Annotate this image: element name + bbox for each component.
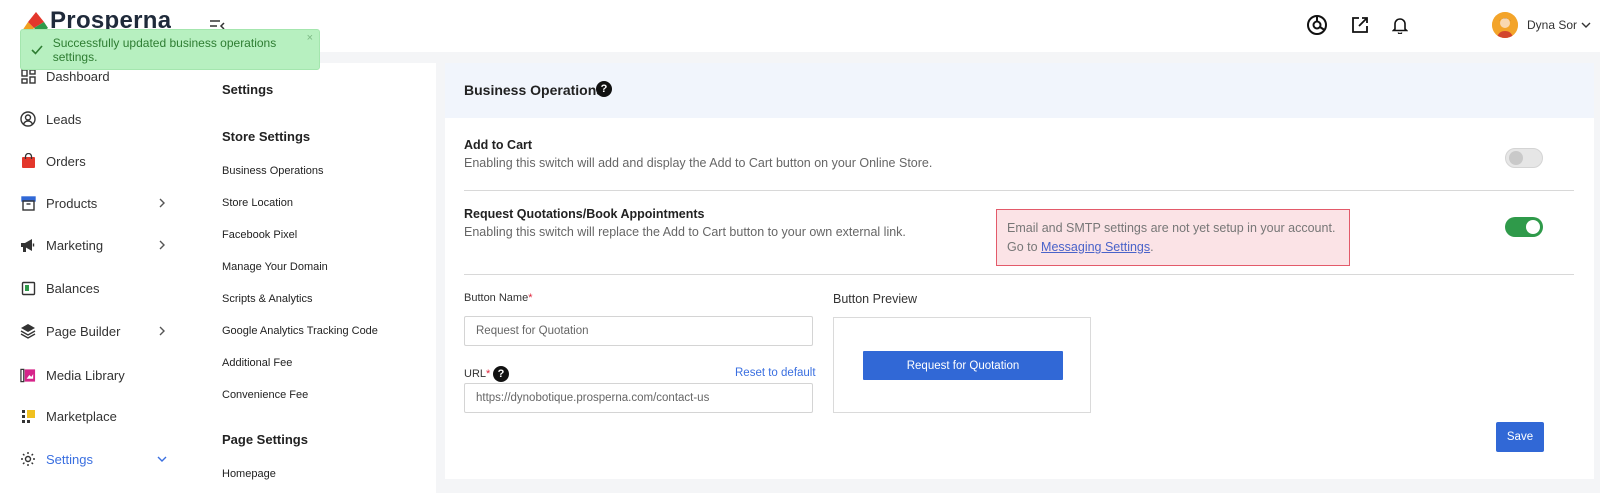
help-icon[interactable]: ? (596, 81, 612, 97)
request-quotation-toggle[interactable] (1505, 217, 1543, 237)
sidebar-item-label: Settings (46, 451, 93, 467)
toggle-knob (1526, 220, 1540, 234)
toggle-knob (1509, 151, 1523, 165)
chevron-right-icon (154, 237, 170, 253)
image-library-icon (20, 367, 36, 383)
divider (464, 274, 1574, 275)
avatar (1492, 12, 1518, 38)
sidebar-item-label: Page Builder (46, 323, 121, 339)
sidebar-item-marketing[interactable]: Marketing (20, 233, 170, 257)
sidebar-item-media-library[interactable]: Media Library (20, 363, 170, 387)
request-quotation-description: Enabling this switch will replace the Ad… (464, 225, 906, 239)
smtp-warning-alert: Email and SMTP settings are not yet setu… (996, 209, 1350, 266)
box-icon (20, 195, 36, 211)
alert-suffix: . (1150, 240, 1154, 254)
sidebar-item-leads[interactable]: Leads (20, 107, 170, 131)
user-circle-icon (20, 111, 36, 127)
settings-link-facebook-pixel[interactable]: Facebook Pixel (222, 229, 297, 241)
url-label: URL* (464, 368, 490, 380)
topbar: Dyna Sor (194, 0, 1600, 52)
user-name: Dyna Sor (1527, 18, 1578, 32)
shopping-bag-icon (20, 153, 36, 169)
add-to-cart-toggle[interactable] (1505, 148, 1543, 168)
grid-icon (20, 408, 36, 424)
panel-header: Business Operations ? (445, 63, 1594, 118)
sidebar-item-balances[interactable]: Balances (20, 276, 170, 300)
page-settings-heading: Page Settings (222, 432, 308, 447)
url-help-icon[interactable]: ? (493, 366, 509, 382)
chevron-right-icon (154, 195, 170, 211)
sidebar-item-label: Marketplace (46, 408, 117, 424)
user-menu[interactable]: Dyna Sor (1492, 12, 1593, 38)
required-marker: * (528, 292, 533, 304)
url-label-text: URL (464, 368, 487, 380)
sidebar-item-label: Marketing (46, 237, 104, 253)
external-link-icon[interactable] (1349, 14, 1371, 36)
sidebar-item-label: Balances (46, 280, 100, 296)
toast-message: Successfully updated business operations… (52, 35, 277, 64)
settings-link-store-location[interactable]: Store Location (222, 197, 293, 209)
add-to-cart-title: Add to Cart (464, 138, 533, 152)
settings-link-business-operations[interactable]: Business Operations (222, 165, 324, 177)
success-toast: Successfully updated business operations… (20, 29, 320, 70)
sidebar-item-orders[interactable]: Orders (20, 149, 170, 173)
button-name-input[interactable] (464, 316, 813, 346)
button-preview-label: Button Preview (833, 292, 918, 306)
url-input[interactable] (464, 383, 813, 413)
chevron-right-icon (154, 323, 170, 339)
settings-link-scripts-analytics[interactable]: Scripts & Analytics (222, 293, 312, 305)
sidebar-item-label: Media Library (46, 367, 125, 383)
required-marker: * (486, 368, 491, 380)
settings-link-google-analytics[interactable]: Google Analytics Tracking Code (222, 325, 378, 337)
close-icon[interactable]: × (307, 32, 313, 44)
add-to-cart-description: Enabling this switch will add and displa… (464, 156, 933, 170)
messaging-settings-link[interactable]: Messaging Settings (1041, 240, 1150, 254)
check-icon (31, 43, 45, 57)
chevron-down-icon (1581, 19, 1593, 31)
chevron-down-icon (154, 451, 170, 467)
request-quotation-title: Request Quotations/Book Appointments (464, 207, 705, 221)
alert-prefix: Go to (1007, 240, 1042, 254)
layers-icon (20, 323, 36, 339)
gear-icon (20, 451, 36, 467)
business-operations-panel: Business Operations ? Add to Cart Enabli… (445, 63, 1594, 479)
sidebar-item-marketplace[interactable]: Marketplace (20, 404, 170, 428)
button-name-label: Button Name* (464, 292, 532, 304)
dashboard-icon (20, 68, 36, 84)
store-settings-heading: Store Settings (222, 129, 311, 144)
page-title: Business Operations (464, 82, 605, 98)
megaphone-icon (20, 237, 36, 253)
alert-line-2: Go to Messaging Settings. (1007, 238, 1339, 257)
sidebar-item-settings[interactable]: Settings (20, 447, 170, 471)
reset-to-default-link[interactable]: Reset to default (735, 367, 816, 379)
preview-button: Request for Quotation (863, 351, 1063, 380)
sidebar-item-label: Dashboard (46, 68, 110, 84)
settings-link-homepage[interactable]: Homepage (222, 468, 276, 480)
sidebar-item-products[interactable]: Products (20, 191, 170, 215)
analytics-icon[interactable] (1306, 14, 1328, 36)
settings-link-convenience-fee[interactable]: Convenience Fee (222, 389, 308, 401)
bell-icon[interactable] (1389, 14, 1411, 36)
divider (464, 190, 1574, 191)
settings-nav: Settings Store Settings Business Operati… (194, 63, 436, 493)
sidebar-item-label: Products (46, 195, 98, 211)
settings-link-additional-fee[interactable]: Additional Fee (222, 357, 292, 369)
sidebar-item-page-builder[interactable]: Page Builder (20, 319, 170, 343)
wallet-icon (20, 280, 36, 296)
settings-nav-title: Settings (222, 82, 274, 97)
save-button[interactable]: Save (1496, 422, 1544, 452)
sidebar: Prosperna Dashboard Leads Orders Product… (0, 0, 194, 493)
button-name-label-text: Button Name (464, 292, 529, 304)
sidebar-item-label: Leads (46, 111, 82, 127)
settings-link-manage-domain[interactable]: Manage Your Domain (222, 261, 328, 273)
sidebar-item-label: Orders (46, 153, 86, 169)
button-preview-box: Request for Quotation (833, 317, 1091, 413)
alert-line-1: Email and SMTP settings are not yet setu… (1007, 221, 1336, 235)
